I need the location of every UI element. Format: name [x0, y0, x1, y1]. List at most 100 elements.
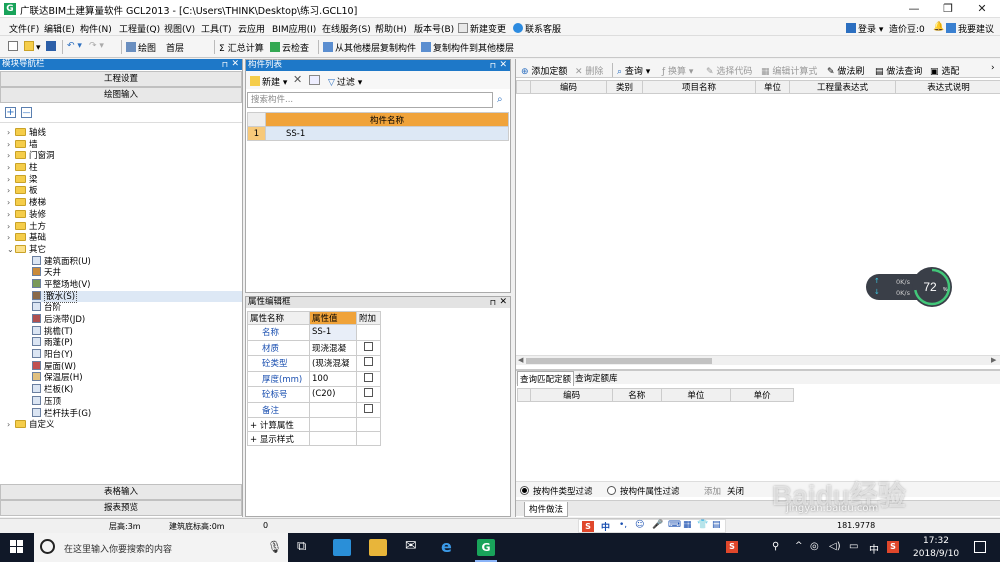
tree-item[interactable]: › 梁: [7, 174, 242, 186]
draw-button[interactable]: 绘图: [126, 41, 156, 54]
pin-icon[interactable]: ⊓: [490, 60, 496, 71]
new-component-button[interactable]: 新建 ▾: [250, 75, 287, 88]
tab-match-quota[interactable]: 查询匹配定额: [517, 371, 575, 386]
tree-item[interactable]: › 板: [7, 185, 242, 197]
match-button[interactable]: ▣ 选配: [930, 64, 959, 77]
close-icon[interactable]: ✕: [499, 60, 507, 71]
attr-value[interactable]: 现浇混凝: [309, 339, 357, 356]
tree-item[interactable]: › 墙: [7, 139, 242, 151]
tree-item[interactable]: › 轴线: [7, 127, 242, 139]
extra-checkbox[interactable]: [364, 388, 373, 398]
attribute-row[interactable]: 砼标号 (C20): [247, 386, 381, 403]
attribute-row[interactable]: 备注: [247, 401, 381, 418]
file-explorer-icon[interactable]: [369, 539, 387, 556]
method-brush-button[interactable]: ✎ 做法刷: [827, 64, 864, 77]
sum-calc-button[interactable]: Σ 汇总计算: [219, 41, 264, 54]
extra-checkbox[interactable]: [364, 403, 373, 413]
tab-component-method[interactable]: 构件做法: [524, 502, 569, 517]
attribute-row[interactable]: 名称 SS-1: [247, 324, 381, 341]
expand-all-icon[interactable]: +: [5, 107, 16, 118]
sogou-icon[interactable]: S: [582, 521, 594, 532]
taskbar-ime-indicator[interactable]: 中: [869, 541, 879, 556]
project-settings-button[interactable]: 工程设置: [0, 71, 242, 87]
tab-quota-library[interactable]: 查询定额库: [575, 372, 618, 384]
menu-quantity[interactable]: 工程量(Q): [119, 22, 160, 35]
undo-icon[interactable]: ↶ ▾: [67, 41, 82, 51]
clock-time[interactable]: 17:32: [923, 536, 949, 546]
attr-value[interactable]: SS-1: [309, 324, 357, 341]
login-button[interactable]: 登录 ▾: [846, 22, 883, 35]
extra-checkbox[interactable]: [364, 341, 373, 351]
attribute-row[interactable]: 材质 现浇混凝: [247, 339, 381, 356]
microphone-icon[interactable]: 🎤: [652, 520, 663, 530]
subtree-item[interactable]: 雨蓬(P): [32, 337, 242, 349]
show-hidden-icon[interactable]: ^: [795, 541, 803, 551]
clock-date[interactable]: 2018/9/10: [913, 549, 959, 559]
attr-value[interactable]: [309, 401, 357, 418]
menu-new-change[interactable]: 新建变更: [458, 22, 506, 35]
memory-gauge[interactable]: 72 %: [911, 266, 953, 308]
horizontal-scrollbar[interactable]: ◀ ▶: [516, 355, 1000, 365]
edge-icon[interactable]: e: [441, 537, 459, 556]
suggest-button[interactable]: 我要建议: [946, 22, 994, 35]
keyboard-icon[interactable]: ⌨: [668, 520, 681, 530]
subtree-item[interactable]: 栏板(K): [32, 384, 242, 396]
report-preview-button[interactable]: 报表预览: [0, 500, 242, 516]
menu-tools[interactable]: 工具(T): [201, 22, 232, 35]
subtree-item[interactable]: 屋面(W): [32, 360, 242, 373]
subtree-item[interactable]: 挑檐(T): [32, 325, 242, 338]
subtree-item[interactable]: 保温层(H): [32, 372, 242, 384]
close-icon[interactable]: ✕: [231, 59, 239, 70]
component-name-cell[interactable]: SS-1: [265, 126, 509, 141]
draw-input-button[interactable]: 绘图输入: [0, 87, 242, 103]
add-button[interactable]: 添加: [704, 485, 721, 497]
add-quota-button[interactable]: ⊕ 添加定额: [521, 64, 567, 77]
scroll-left-icon[interactable]: ◀: [518, 356, 523, 364]
copy-from-floor-button[interactable]: 从其他楼层复制构件: [323, 41, 416, 54]
scrollbar-thumb[interactable]: [526, 358, 712, 364]
tree-item[interactable]: › 门窗洞: [7, 150, 242, 162]
collapse-all-icon[interactable]: —: [21, 107, 32, 118]
convert-button[interactable]: ƒ 换算 ▾: [662, 64, 693, 77]
save-icon[interactable]: [46, 41, 58, 53]
attr-group[interactable]: + 显示样式: [247, 431, 310, 446]
tree-item[interactable]: › 柱: [7, 162, 242, 174]
extra-checkbox[interactable]: [364, 357, 373, 367]
menu-bim[interactable]: BIM应用(I): [272, 22, 316, 35]
sogou-ime-icon[interactable]: S: [887, 541, 899, 553]
tree-item[interactable]: › 基础: [7, 232, 242, 244]
people-icon[interactable]: ⚲: [772, 541, 779, 552]
subtree-item[interactable]: 后浇带(JD): [32, 314, 242, 326]
copy-icon[interactable]: [309, 75, 320, 85]
subtree-item[interactable]: 建筑面积(U): [32, 255, 242, 268]
component-search-input[interactable]: 搜索构件...: [247, 92, 493, 108]
close-button[interactable]: 关闭: [727, 485, 744, 497]
subtree-item-selected[interactable]: 散水(S): [32, 290, 242, 303]
query-button[interactable]: ⌕ 查询 ▾: [617, 64, 650, 77]
more-chevron-icon[interactable]: ›: [991, 63, 995, 73]
power-icon[interactable]: ▭: [849, 541, 858, 552]
search-icon[interactable]: ⌕: [497, 94, 503, 105]
tree-item[interactable]: › 装修: [7, 209, 242, 221]
taskbar-search-box[interactable]: 在这里输入你要搜索的内容 🎙: [34, 533, 288, 562]
menu-help[interactable]: 帮助(H): [375, 22, 407, 35]
filter-button[interactable]: ▽ 过滤 ▾: [328, 75, 362, 88]
filter-by-type-radio[interactable]: 按构件类型过滤: [520, 485, 593, 497]
attr-value[interactable]: 100: [309, 370, 357, 387]
sogou-tray-icon[interactable]: S: [726, 541, 738, 553]
mail-icon[interactable]: ✉: [405, 538, 423, 555]
menu-cloud[interactable]: 云应用: [238, 22, 265, 35]
select-code-button[interactable]: ✎ 选择代码: [706, 64, 752, 77]
skin-icon[interactable]: 👕: [697, 520, 708, 530]
close-icon[interactable]: ✕: [499, 297, 507, 308]
bell-icon[interactable]: 🔔: [933, 22, 944, 32]
menu-edit[interactable]: 编辑(E): [44, 22, 75, 35]
filter-by-attr-radio[interactable]: 按构件属性过滤: [607, 485, 680, 497]
scroll-right-icon[interactable]: ▶: [991, 356, 996, 364]
punctuation-icon[interactable]: •,: [619, 520, 627, 530]
menu-component[interactable]: 构件(N): [80, 22, 112, 35]
subtree-item[interactable]: 阳台(Y): [32, 349, 242, 361]
copy-to-floor-button[interactable]: 复制构件到其他楼层: [421, 41, 514, 54]
pin-icon[interactable]: ⊓: [222, 59, 228, 70]
glodon-app-icon[interactable]: G: [477, 539, 495, 556]
